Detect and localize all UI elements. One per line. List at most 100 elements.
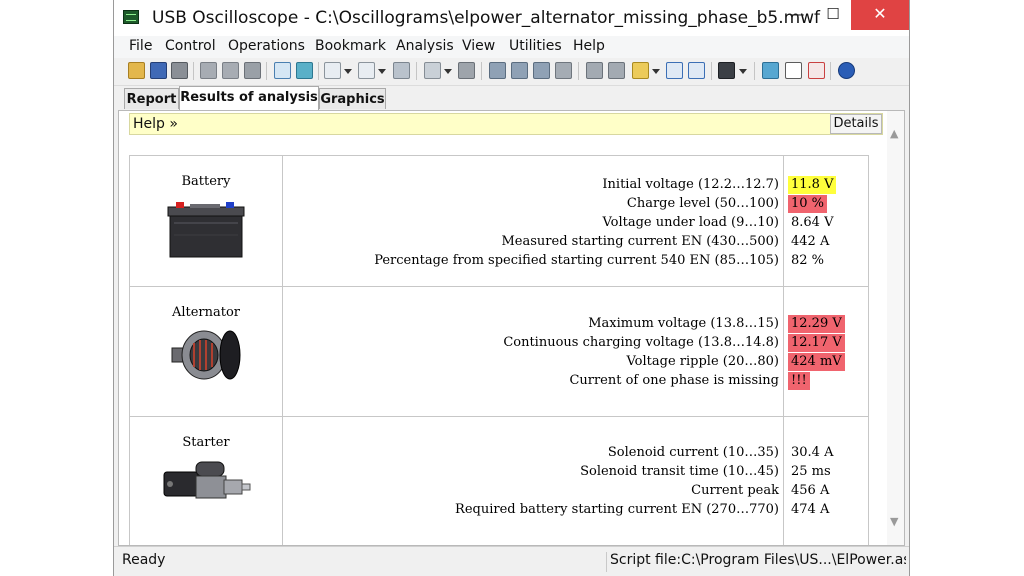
- battery-cell: Battery: [129, 155, 283, 287]
- parameter-label: Current peak: [691, 483, 779, 498]
- alternator-cell: Alternator: [129, 286, 283, 417]
- menu-analysis[interactable]: Analysis: [396, 38, 454, 54]
- menu-bookmark[interactable]: Bookmark: [315, 38, 386, 54]
- scroll-down-icon[interactable]: ▼: [890, 515, 898, 528]
- zoom-tool-icon[interactable]: [608, 62, 625, 79]
- toolbar-separator: [318, 62, 319, 80]
- parameter-value: 30.4 A: [791, 445, 834, 460]
- menu-help[interactable]: Help: [573, 38, 605, 54]
- marker-icon[interactable]: [296, 62, 313, 79]
- menu-control[interactable]: Control: [165, 38, 216, 54]
- report-icon[interactable]: [785, 62, 802, 79]
- parameter-label: Charge level (50…100): [626, 196, 779, 211]
- parameter-value: 11.8 V: [788, 176, 837, 194]
- results-panel: Help » Details Battery Initial voltage (…: [118, 110, 905, 546]
- tab-graphics[interactable]: Graphics: [319, 88, 386, 109]
- maximize-button[interactable]: ☐: [816, 0, 850, 30]
- toolbar-separator: [711, 62, 712, 80]
- starter-image: [163, 461, 251, 499]
- starter-cell: Starter: [129, 416, 283, 545]
- starter-parameters: Solenoid current (10…35) Solenoid transi…: [282, 416, 784, 545]
- parameter-label: Solenoid current (10…35): [607, 445, 779, 460]
- delete-icon[interactable]: [458, 62, 475, 79]
- dropdown-arrow-icon[interactable]: [739, 69, 747, 74]
- stop-script-icon[interactable]: [688, 62, 705, 79]
- alternator-image: [171, 330, 241, 380]
- toolbar-separator: [266, 62, 267, 80]
- menu-operations[interactable]: Operations: [228, 38, 305, 54]
- parameter-value: 12.17 V: [788, 334, 845, 352]
- toolbar-separator: [416, 62, 417, 80]
- menu-view[interactable]: View: [462, 38, 495, 54]
- scroll-up-icon[interactable]: ▲: [890, 127, 898, 140]
- open-icon[interactable]: [128, 62, 145, 79]
- dropdown-arrow-icon[interactable]: [378, 69, 386, 74]
- title-bar[interactable]: USB Oscilloscope - C:\Oscillograms\elpow…: [114, 0, 909, 36]
- dropdown-arrow-icon[interactable]: [652, 69, 660, 74]
- window-title: USB Oscilloscope - C:\Oscillograms\elpow…: [152, 8, 821, 28]
- dropdown-arrow-icon[interactable]: [444, 69, 452, 74]
- table-row: Alternator Maximum voltage (13.8…15) Con…: [129, 286, 869, 417]
- starter-values: 30.4 A 25 ms 456 A 474 A: [783, 416, 869, 545]
- waveform-filter-icon[interactable]: [324, 62, 341, 79]
- parameter-value: 10 %: [788, 195, 828, 213]
- close-button[interactable]: ✕: [851, 0, 909, 30]
- help-link[interactable]: Help »: [133, 116, 178, 132]
- minimize-button[interactable]: —: [780, 0, 814, 30]
- analysis-results-table: Battery Initial voltage (12.2…12.7) Char…: [129, 155, 869, 545]
- check-down-icon[interactable]: [511, 62, 528, 79]
- battery-image: [167, 202, 245, 258]
- help-icon[interactable]: [838, 62, 855, 79]
- details-button[interactable]: Details: [830, 114, 882, 134]
- vertical-scrollbar[interactable]: ▲ ▼: [887, 111, 904, 545]
- zoom-fit-icon[interactable]: [586, 62, 603, 79]
- alternator-parameters: Maximum voltage (13.8…15) Continuous cha…: [282, 286, 784, 417]
- cursor-icon[interactable]: [274, 62, 291, 79]
- tab-results-of-analysis[interactable]: Results of analysis: [179, 86, 319, 110]
- toolbar-separator: [578, 62, 579, 80]
- menu-bar: File Control Operations Bookmark Analysi…: [114, 36, 909, 58]
- copy-icon[interactable]: [200, 62, 217, 79]
- menu-utilities[interactable]: Utilities: [509, 38, 562, 54]
- check-double-icon[interactable]: [533, 62, 550, 79]
- battery-values: 11.8 V 10 % 8.64 V 442 A 82 %: [783, 155, 869, 287]
- parameter-value: 82 %: [791, 253, 825, 268]
- save-icon[interactable]: [150, 62, 167, 79]
- parameter-value: 424 mV: [788, 353, 845, 371]
- chart-icon[interactable]: [762, 62, 779, 79]
- table-row: Battery Initial voltage (12.2…12.7) Char…: [129, 155, 869, 287]
- waveform-smooth-icon[interactable]: [358, 62, 375, 79]
- status-bar: Ready Script file:C:\Program Files\US...…: [114, 546, 909, 576]
- paste-icon[interactable]: [222, 62, 239, 79]
- parameter-label: Continuous charging voltage (13.8…14.8): [503, 335, 779, 350]
- oscilloscope-app-icon[interactable]: [123, 10, 139, 24]
- cut-icon[interactable]: [244, 62, 261, 79]
- component-name: Alternator: [171, 305, 241, 320]
- run-script-icon[interactable]: [666, 62, 683, 79]
- parameter-label: Solenoid transit time (10…45): [580, 464, 779, 479]
- parameter-value: 442 A: [791, 234, 830, 249]
- app-window: USB Oscilloscope - C:\Oscillograms\elpow…: [113, 0, 910, 576]
- close-report-icon[interactable]: [808, 62, 825, 79]
- open-script-icon[interactable]: [632, 62, 649, 79]
- toolbar-separator: [754, 62, 755, 80]
- undo-icon[interactable]: [393, 62, 410, 79]
- check-icon[interactable]: [489, 62, 506, 79]
- menu-file[interactable]: File: [129, 38, 152, 54]
- print-icon[interactable]: [171, 62, 188, 79]
- parameter-value: 474 A: [791, 502, 830, 517]
- parameter-value: 25 ms: [791, 464, 831, 479]
- table-row: Starter Solenoid current (10…35) Solenoi…: [129, 416, 869, 545]
- measure-icon[interactable]: [424, 62, 441, 79]
- parameter-value: 12.29 V: [788, 315, 845, 333]
- dropdown-arrow-icon[interactable]: [344, 69, 352, 74]
- page-icon[interactable]: [555, 62, 572, 79]
- script-list-icon[interactable]: [718, 62, 735, 79]
- parameter-label: Required battery starting current EN (27…: [455, 502, 779, 517]
- battery-parameters: Initial voltage (12.2…12.7) Charge level…: [282, 155, 784, 287]
- component-name: Starter: [182, 435, 230, 450]
- tab-report[interactable]: Report: [124, 88, 179, 109]
- toolbar-separator: [193, 62, 194, 80]
- toolbar: [114, 58, 909, 86]
- tab-strip: Report Results of analysis Graphics: [114, 86, 909, 110]
